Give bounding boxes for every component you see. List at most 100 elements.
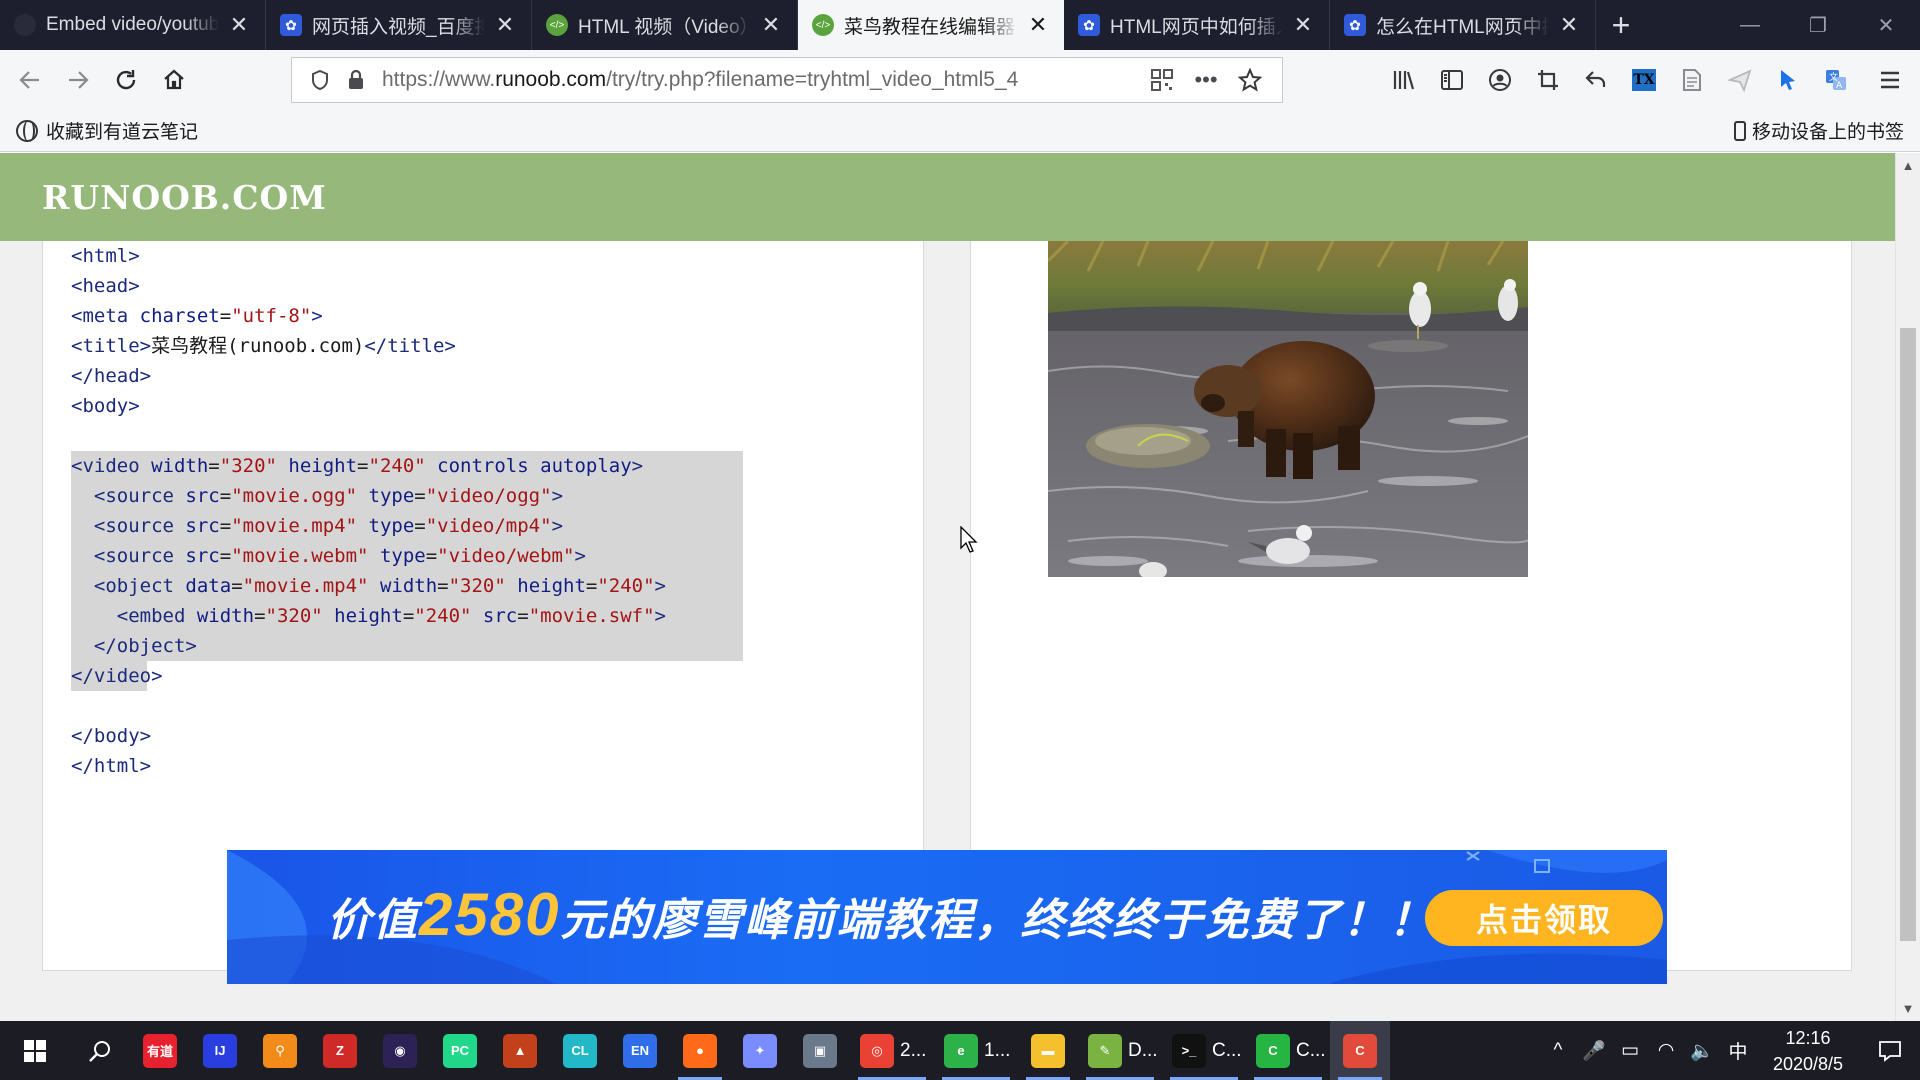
video-player[interactable] bbox=[1048, 241, 1528, 577]
page-actions-menu-icon[interactable]: ••• bbox=[1184, 67, 1228, 93]
code-line-1: <html> bbox=[71, 245, 140, 267]
globe-icon bbox=[16, 119, 38, 142]
taskbar-app-youdao-dict[interactable]: 有道 bbox=[130, 1021, 190, 1080]
taskbar-app-codeblocks-app[interactable]: C bbox=[1330, 1021, 1390, 1080]
pycharm-icon: PC bbox=[443, 1033, 477, 1068]
code-line-14: </object> bbox=[71, 631, 743, 661]
taskbar-app-360-browser[interactable]: e 1... bbox=[934, 1021, 1018, 1080]
library-icon[interactable] bbox=[1380, 56, 1428, 104]
input-method-icon[interactable]: 中 bbox=[1720, 1037, 1756, 1064]
taskbar-app-file-explorer[interactable]: ▬ bbox=[1018, 1021, 1078, 1080]
taskbar-app-everything-search[interactable]: ⚲ bbox=[250, 1021, 310, 1080]
page-scrollbar[interactable]: ▲ ▼ bbox=[1895, 153, 1920, 1021]
taskbar-app-chrome[interactable]: ◎ 2... bbox=[850, 1021, 934, 1080]
scroll-up-arrow-icon[interactable]: ▲ bbox=[1896, 153, 1920, 178]
tracking-protection-shield-icon[interactable] bbox=[302, 69, 338, 91]
code-line-9: <source src="movie.ogg" type="video/ogg"… bbox=[71, 481, 743, 511]
url-path: /try/try.php?filename=tryhtml_video_html… bbox=[606, 68, 1019, 91]
taskbar-app-label: C... bbox=[1296, 1039, 1326, 1061]
new-tab-button[interactable]: + bbox=[1596, 0, 1646, 50]
browser-tab-strip: Embed video/youtub ✕ ✿ 网页插入视频_百度搜索 ✕ </> HTML … bbox=[0, 0, 1920, 50]
browser-tab-4[interactable]: </> 菜鸟教程在线编辑器 ✕ bbox=[798, 0, 1064, 50]
tx-translate-extension-icon[interactable]: TX bbox=[1620, 56, 1668, 104]
taskbar-search-button[interactable] bbox=[70, 1021, 130, 1080]
scrollbar-thumb[interactable] bbox=[1900, 328, 1916, 941]
matlab-icon: ▲ bbox=[503, 1033, 537, 1068]
taskbar-app-pycharm[interactable]: PC bbox=[430, 1021, 490, 1080]
cmd-icon: >_ bbox=[1172, 1033, 1206, 1068]
taskbar-clock[interactable]: 12:16 2020/8/5 bbox=[1756, 1025, 1860, 1077]
close-tab-icon[interactable]: ✕ bbox=[1026, 13, 1050, 37]
reader-document-icon[interactable] bbox=[1668, 56, 1716, 104]
browser-tab-3[interactable]: </> HTML 视频（Video） ✕ bbox=[532, 0, 798, 50]
address-bar[interactable]: https://www.runoob.com/try/try.php?filen… bbox=[291, 57, 1283, 103]
bookmark-youdao-note[interactable]: 收藏到有道云笔记 bbox=[16, 117, 198, 144]
screenshot-crop-icon[interactable] bbox=[1524, 56, 1572, 104]
browser-tab-6[interactable]: ✿ 怎么在HTML网页中插入 ✕ bbox=[1330, 0, 1596, 50]
back-button[interactable] bbox=[6, 56, 54, 104]
video-frame-bear-in-river bbox=[1048, 241, 1528, 577]
microphone-icon[interactable]: 🎤 bbox=[1576, 1037, 1612, 1064]
url-domain: runoob.com bbox=[495, 68, 607, 91]
bookmark-star-icon[interactable] bbox=[1228, 68, 1272, 92]
ad-banner[interactable]: 价值2580元的廖雪峰前端教程，终终终于免费了！！！ 点击领取 bbox=[227, 850, 1667, 984]
taskbar-app-zotero[interactable]: Z bbox=[310, 1021, 370, 1080]
browser-toolbar-icons: TX 文A bbox=[1380, 56, 1914, 104]
forward-button[interactable] bbox=[54, 56, 102, 104]
code-line-5: </head> bbox=[71, 365, 152, 387]
translate-extension-icon[interactable]: 文A bbox=[1812, 56, 1860, 104]
close-tab-icon[interactable]: ✕ bbox=[759, 13, 783, 37]
close-tab-icon[interactable]: ✕ bbox=[227, 13, 251, 37]
code-editor[interactable]: <html> <head> <meta charset="utf-8"> <title… bbox=[71, 241, 743, 781]
taskbar-app-clion[interactable]: CL bbox=[550, 1021, 610, 1080]
send-tab-extension-icon[interactable] bbox=[1716, 56, 1764, 104]
code-line-2: <head> bbox=[71, 275, 140, 297]
undo-close-tab-icon[interactable] bbox=[1572, 56, 1620, 104]
hamburger-menu-icon[interactable] bbox=[1866, 56, 1914, 104]
taskbar-app-cmd[interactable]: >_ C... bbox=[1162, 1021, 1246, 1080]
minimize-window-icon[interactable]: — bbox=[1716, 0, 1784, 50]
cursor-pointer-extension-icon[interactable] bbox=[1764, 56, 1812, 104]
taskbar-app-eclipse[interactable]: ◉ bbox=[370, 1021, 430, 1080]
reload-icon bbox=[116, 70, 136, 90]
browser-tab-5[interactable]: ✿ HTML网页中如何插入 ✕ bbox=[1064, 0, 1330, 50]
taskbar-app-matlab[interactable]: ▲ bbox=[490, 1021, 550, 1080]
taskbar-app-eudic[interactable]: EN bbox=[610, 1021, 670, 1080]
start-button[interactable] bbox=[0, 1021, 70, 1080]
mobile-device-icon bbox=[1733, 120, 1746, 141]
close-tab-icon[interactable]: ✕ bbox=[1291, 13, 1315, 37]
notification-center-icon[interactable] bbox=[1860, 1040, 1920, 1062]
battery-icon[interactable]: ▭ bbox=[1612, 1037, 1648, 1064]
taskbar-app-clion-project[interactable]: C C... bbox=[1246, 1021, 1330, 1080]
mobile-bookmarks-folder[interactable]: 移动设备上的书签 bbox=[1733, 117, 1904, 144]
browser-tab-1[interactable]: Embed video/youtub ✕ bbox=[0, 0, 266, 50]
lock-icon[interactable] bbox=[338, 69, 374, 91]
volume-muted-icon[interactable]: 🔈 bbox=[1684, 1037, 1720, 1064]
close-window-icon[interactable]: ✕ bbox=[1852, 0, 1920, 50]
scroll-down-arrow-icon[interactable]: ▼ bbox=[1896, 996, 1920, 1021]
wifi-icon[interactable]: ◠ bbox=[1648, 1037, 1684, 1064]
qr-code-icon[interactable] bbox=[1140, 69, 1184, 91]
site-logo[interactable]: RUNOOB.COM bbox=[42, 178, 327, 217]
notepad-plus-icon: ✎ bbox=[1088, 1033, 1122, 1068]
close-tab-icon[interactable]: ✕ bbox=[493, 13, 517, 37]
taskbar-apps: 有道 IJ ⚲ Z ◉ PC ▲ CL EN ● ✦ ▣ ◎ 2... e 1... ▬ ✎ D... >_ C... C… bbox=[130, 1021, 1390, 1080]
taskbar-app-intellij-idea[interactable]: IJ bbox=[190, 1021, 250, 1080]
show-hidden-icons-chevron-icon[interactable]: ^ bbox=[1540, 1037, 1576, 1064]
claim-now-button[interactable]: 点击领取 bbox=[1425, 890, 1663, 946]
taskbar-app-image-viewer[interactable]: ▣ bbox=[790, 1021, 850, 1080]
reload-button[interactable] bbox=[102, 56, 150, 104]
browser-tab-2[interactable]: ✿ 网页插入视频_百度搜索 ✕ bbox=[266, 0, 532, 50]
url-text[interactable]: https://www.runoob.com/try/try.php?filen… bbox=[374, 68, 1140, 92]
account-icon[interactable] bbox=[1476, 56, 1524, 104]
taskbar-app-notepad-plus[interactable]: ✎ D... bbox=[1078, 1021, 1162, 1080]
restore-window-icon[interactable]: ❐ bbox=[1784, 0, 1852, 50]
taskbar-app-mail-app[interactable]: ✦ bbox=[730, 1021, 790, 1080]
code-line-18: </html> bbox=[71, 755, 152, 777]
navigation-toolbar: https://www.runoob.com/try/try.php?filen… bbox=[0, 50, 1920, 110]
sidebar-icon[interactable] bbox=[1428, 56, 1476, 104]
close-tab-icon[interactable]: ✕ bbox=[1557, 13, 1581, 37]
taskbar-app-firefox[interactable]: ● bbox=[670, 1021, 730, 1080]
home-button[interactable] bbox=[150, 56, 198, 104]
baidu-paw-icon: ✿ bbox=[1344, 14, 1366, 36]
